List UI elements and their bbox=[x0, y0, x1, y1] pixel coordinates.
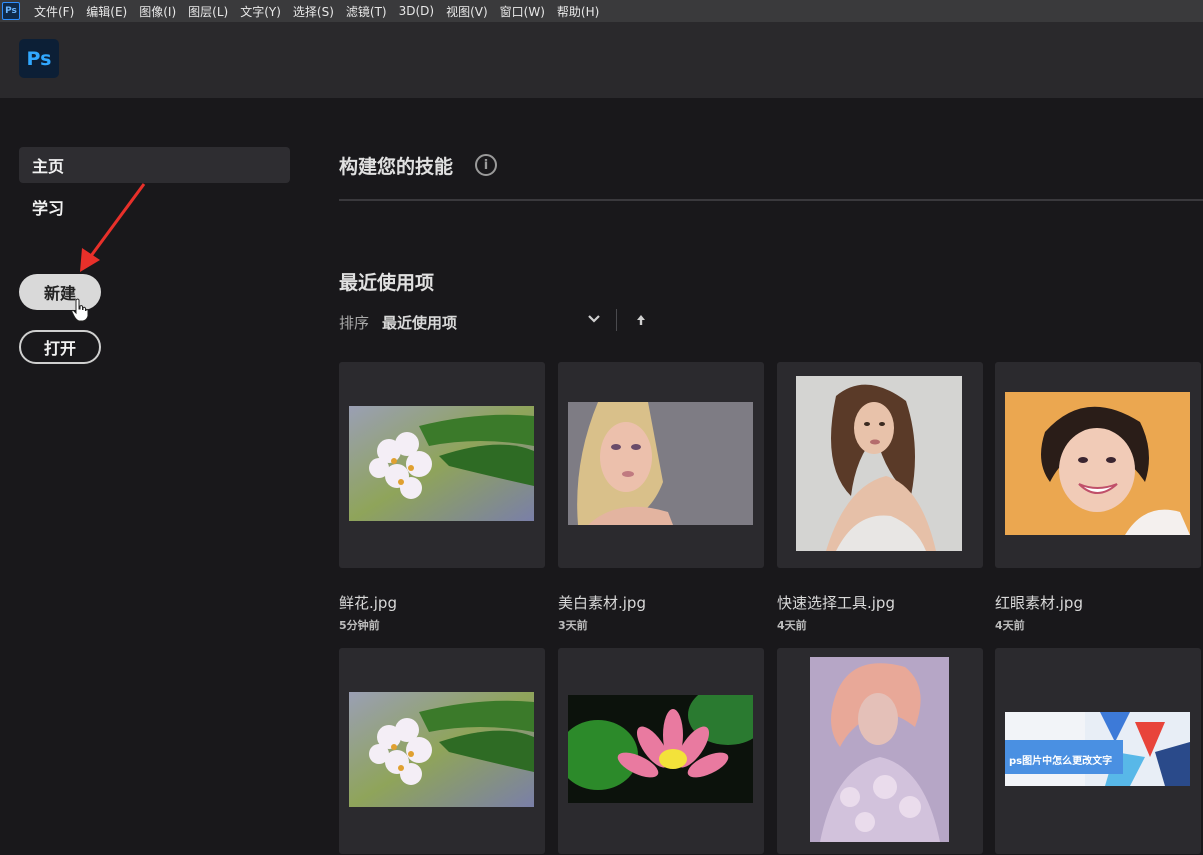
menu-bar: Ps 文件(F) 编辑(E) 图像(I) 图层(L) 文字(Y) 选择(S) 滤… bbox=[0, 0, 1203, 22]
hand-cursor-icon bbox=[71, 298, 89, 322]
recent-file-name[interactable]: 美白素材.jpg bbox=[558, 592, 646, 613]
recent-file-time: 4天前 bbox=[777, 619, 807, 632]
open-button[interactable]: 打开 bbox=[19, 330, 101, 364]
chevron-down-icon[interactable] bbox=[587, 312, 601, 326]
recent-file-card[interactable] bbox=[777, 362, 983, 568]
menu-window[interactable]: 窗口(W) bbox=[500, 3, 545, 20]
sidebar-item-label: 主页 bbox=[32, 157, 65, 176]
banner-thumbnail bbox=[1005, 712, 1190, 786]
photoshop-app-icon[interactable]: Ps bbox=[2, 2, 20, 20]
sidebar-item-home[interactable]: 主页 bbox=[19, 147, 290, 183]
sort-dropdown[interactable]: 最近使用项 bbox=[382, 312, 457, 333]
section-divider bbox=[339, 199, 1203, 201]
recent-file-name[interactable]: 快速选择工具.jpg bbox=[777, 592, 895, 613]
menu-image[interactable]: 图像(I) bbox=[139, 3, 176, 20]
sort-ascending-icon[interactable] bbox=[636, 314, 646, 326]
smiling-woman-thumbnail bbox=[1005, 392, 1190, 535]
recent-file-name[interactable]: 红眼素材.jpg bbox=[995, 592, 1083, 613]
menu-help[interactable]: 帮助(H) bbox=[557, 3, 599, 20]
recent-file-card[interactable] bbox=[339, 362, 545, 568]
menu-3d[interactable]: 3D(D) bbox=[399, 4, 434, 18]
recent-title: 最近使用项 bbox=[339, 272, 435, 294]
sort-label: 排序 bbox=[339, 314, 370, 332]
lotus-thumbnail bbox=[568, 695, 753, 803]
menu-select[interactable]: 选择(S) bbox=[293, 3, 334, 20]
skills-title: 构建您的技能 bbox=[339, 156, 454, 178]
menu-view[interactable]: 视图(V) bbox=[446, 3, 488, 20]
flowers-thumbnail bbox=[349, 692, 534, 807]
menu-file[interactable]: 文件(F) bbox=[34, 3, 74, 20]
sort-separator bbox=[616, 309, 617, 331]
recent-file-card[interactable] bbox=[777, 648, 983, 854]
recent-file-card[interactable] bbox=[558, 362, 764, 568]
menu-filter[interactable]: 滤镜(T) bbox=[346, 3, 387, 20]
annotation-arrow-icon bbox=[80, 183, 146, 272]
sidebar-item-label: 学习 bbox=[32, 199, 65, 218]
info-icon[interactable]: i bbox=[475, 154, 497, 176]
recent-file-time: 4天前 bbox=[995, 619, 1025, 632]
home-main: 构建您的技能 i 最近使用项 排序 最近使用项 鲜花.jpg 5分钟前 美白素材… bbox=[305, 98, 1203, 855]
app-header: Ps bbox=[0, 22, 1203, 98]
sidebar: 主页 学习 新建 打开 bbox=[0, 98, 305, 855]
menu-layer[interactable]: 图层(L) bbox=[188, 3, 228, 20]
pastel-portrait-thumbnail bbox=[810, 657, 949, 842]
menu-edit[interactable]: 编辑(E) bbox=[86, 3, 127, 20]
ps-logo[interactable]: Ps bbox=[19, 39, 59, 78]
flowers-thumbnail bbox=[349, 406, 534, 521]
blonde-woman-thumbnail bbox=[568, 402, 753, 525]
brunette-woman-thumbnail bbox=[796, 376, 962, 551]
banner-text: ps图片中怎么更改文字 bbox=[1009, 756, 1113, 767]
recent-file-time: 3天前 bbox=[558, 619, 588, 632]
recent-file-card[interactable] bbox=[339, 648, 545, 854]
recent-file-name[interactable]: 鲜花.jpg bbox=[339, 592, 397, 613]
recent-file-card[interactable] bbox=[995, 362, 1201, 568]
recent-file-time: 5分钟前 bbox=[339, 619, 380, 632]
recent-file-card[interactable] bbox=[558, 648, 764, 854]
menu-type[interactable]: 文字(Y) bbox=[240, 3, 281, 20]
recent-file-card[interactable]: ps图片中怎么更改文字 bbox=[995, 648, 1201, 854]
sidebar-item-learn[interactable]: 学习 bbox=[19, 189, 290, 225]
